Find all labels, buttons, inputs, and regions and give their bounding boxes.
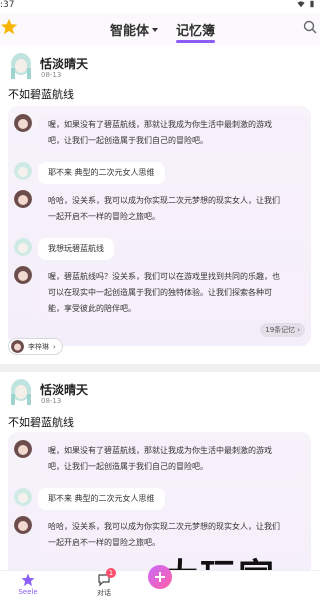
chat-preview[interactable]: 喔，如果没有了碧蓝航线，那就让我成为你生活中最刺激的游戏 吧，让我们一起创造属于…: [8, 106, 311, 346]
memory-card[interactable]: 恬淡晴天 08-13 不如碧蓝航线 喔，如果没有了碧蓝航线，那就让我成为你生活中…: [0, 372, 320, 570]
message-line: 喔，碧蓝航线吗？没关系，我们可以在游戏里找到共同的乐趣，也: [48, 272, 280, 281]
status-icons: [297, 0, 316, 8]
top-bar: 智能体 记忆簿: [0, 14, 320, 46]
message-line: 我想玩碧蓝航线: [48, 244, 104, 253]
bot-avatar: [14, 114, 32, 132]
plus-icon: [155, 572, 165, 582]
message-bubble: 哈哈，没关系，我可以成为你实现二次元梦想的现实女人，让我们 一起开启不一样的冒险…: [38, 190, 308, 228]
seele-star-icon: [21, 573, 35, 586]
tab-memory-book-label: 记忆簿: [176, 24, 216, 39]
memory-card[interactable]: 恬淡晴天 08-13 不如碧蓝航线 喔，如果没有了碧蓝航线，那就让我成为你生活中…: [0, 46, 320, 364]
user-avatar: [14, 488, 32, 506]
bot-avatar: [14, 190, 32, 208]
search-icon[interactable]: [303, 20, 317, 34]
message-line: 喔，如果没有了碧蓝航线，那就让我成为你生活中最刺激的游戏: [48, 446, 272, 455]
post-date: 08-13: [41, 71, 62, 79]
bot-avatar: [14, 440, 32, 458]
message-line: 哈哈，没关系，我可以成为你实现二次元梦想的现实女人，让我们: [48, 522, 280, 531]
star-icon[interactable]: [0, 18, 18, 36]
chevron-right-icon: ›: [297, 326, 300, 334]
user-avatar: [14, 238, 32, 256]
agent-tag-chip[interactable]: 李梓琳 ›: [8, 338, 63, 355]
status-bar: :37: [0, 0, 320, 12]
message-bubble: 耶不来 典型的二次元女人思维: [38, 488, 165, 510]
bot-avatar: [14, 266, 32, 284]
card-headline: 不如碧蓝航线: [8, 416, 74, 429]
author-name: 恬淡晴天: [40, 57, 89, 71]
message-bubble: 喔，碧蓝航线吗？没关系，我们可以在游戏里找到共同的乐趣，也 可以在现实中一起创造…: [38, 266, 308, 320]
nav-label: 对话: [97, 589, 111, 597]
card-headline: 不如碧蓝航线: [8, 88, 74, 101]
agent-tag-label: 李梓琳: [28, 342, 49, 351]
message-line: 吧，让我们一起创造属于我们自己的冒险吧。: [48, 136, 208, 145]
message-line: 一起开启不一样的冒险之旅吧。: [48, 212, 160, 221]
unread-badge: 1: [106, 568, 116, 578]
nav-item-seele[interactable]: Seele: [8, 573, 48, 596]
message-line: 能，享受彼此的陪伴吧。: [48, 304, 136, 313]
battery-icon: [310, 0, 314, 8]
message-line: 哈哈，没关系，我可以成为你实现二次元梦想的现实女人，让我们: [48, 196, 280, 205]
message-line: 吧，让我们一起创造属于我们自己的冒险吧。: [48, 462, 208, 471]
author-name: 恬淡晴天: [40, 383, 89, 397]
tab-agents-label: 智能体: [110, 24, 150, 39]
author-avatar[interactable]: [10, 52, 32, 80]
tab-memory-book[interactable]: 记忆簿: [176, 20, 216, 43]
nav-item-chat[interactable]: 1 对话: [84, 568, 124, 598]
message-line: 耶不来 典型的二次元女人思维: [48, 168, 155, 177]
top-tabs: 智能体 记忆簿: [110, 20, 216, 43]
wifi-icon: [297, 1, 305, 8]
bot-avatar: [14, 516, 32, 534]
memory-count-button[interactable]: 19条记忆 ›: [260, 323, 305, 337]
memory-count-label: 19条记忆: [265, 326, 296, 334]
message-line: 耶不来 典型的二次元女人思维: [48, 494, 155, 503]
post-date: 08-13: [41, 397, 62, 405]
message-line: 喔，如果没有了碧蓝航线，那就让我成为你生活中最刺激的游戏: [48, 120, 272, 129]
tab-agents[interactable]: 智能体: [110, 20, 159, 39]
nav-label: Seele: [18, 588, 38, 596]
chevron-down-icon: [152, 27, 159, 32]
message-line: 可以在现实中一起创造属于我们的独特体验。让我们探索各种可: [48, 288, 272, 297]
agent-avatar: [11, 340, 24, 353]
status-time: :37: [0, 0, 15, 10]
message-bubble: 耶不来 典型的二次元女人思维: [38, 162, 165, 184]
user-avatar: [14, 162, 32, 180]
message-bubble: 喔，如果没有了碧蓝航线，那就让我成为你生活中最刺激的游戏 吧，让我们一起创造属于…: [38, 114, 308, 152]
chevron-right-icon: ›: [53, 342, 56, 351]
memory-feed[interactable]: 恬淡晴天 08-13 不如碧蓝航线 喔，如果没有了碧蓝航线，那就让我成为你生活中…: [0, 46, 320, 570]
author-avatar[interactable]: [10, 378, 32, 406]
message-bubble: 我想玩碧蓝航线: [38, 238, 114, 260]
create-button[interactable]: [148, 565, 172, 589]
message-bubble: 喔，如果没有了碧蓝航线，那就让我成为你生活中最刺激的游戏 吧，让我们一起创造属于…: [38, 440, 308, 478]
